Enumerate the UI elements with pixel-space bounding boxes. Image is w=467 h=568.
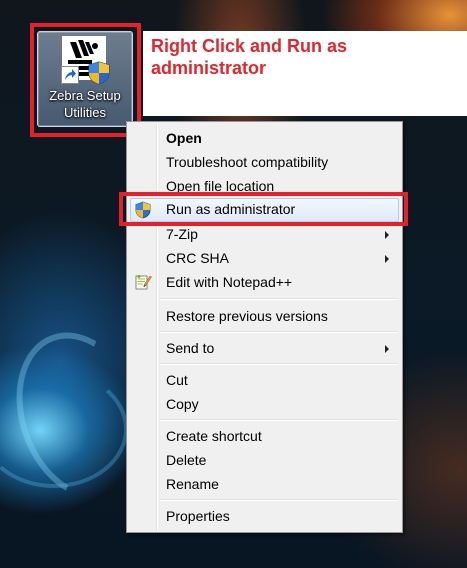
menu-item-label: Restore previous versions <box>166 308 328 324</box>
notepad-plus-plus-icon <box>135 274 152 290</box>
menu-item-label: Cut <box>166 372 188 388</box>
highlight-box-icon <box>30 23 141 137</box>
menu-item-7zip[interactable]: 7-Zip <box>130 223 399 245</box>
menu-separator <box>160 363 398 365</box>
menu-item-label: Edit with Notepad++ <box>166 274 293 290</box>
menu-separator <box>160 499 398 501</box>
menu-item-cut[interactable]: Cut <box>130 369 399 391</box>
submenu-arrow-icon <box>385 231 389 239</box>
highlight-box-run-as-admin <box>119 192 408 226</box>
menu-item-label: Delete <box>166 452 207 468</box>
menu-separator <box>160 419 398 421</box>
menu-item-label: Copy <box>166 396 199 412</box>
menu-separator <box>160 331 398 333</box>
menu-item-properties[interactable]: Properties <box>130 505 399 527</box>
menu-item-send-to[interactable]: Send to <box>130 337 399 359</box>
context-menu: Open Troubleshoot compatibility Open fil… <box>126 121 403 533</box>
menu-item-label: Open <box>166 130 202 146</box>
menu-item-label: Create shortcut <box>166 428 262 444</box>
menu-item-create-shortcut[interactable]: Create shortcut <box>130 425 399 447</box>
menu-item-troubleshoot-compatibility[interactable]: Troubleshoot compatibility <box>130 151 399 173</box>
menu-item-label: CRC SHA <box>166 250 230 266</box>
instruction-panel: Right Click and Run as administrator <box>143 31 467 116</box>
menu-item-restore-previous-versions[interactable]: Restore previous versions <box>130 305 399 327</box>
instruction-text: Right Click and Run as administrator <box>151 36 348 78</box>
menu-item-delete[interactable]: Delete <box>130 449 399 471</box>
menu-item-crc-sha[interactable]: CRC SHA <box>130 247 399 269</box>
menu-item-rename[interactable]: Rename <box>130 473 399 495</box>
menu-item-label: Troubleshoot compatibility <box>166 154 329 170</box>
menu-separator <box>160 298 398 300</box>
submenu-arrow-icon <box>385 345 389 353</box>
menu-item-open[interactable]: Open <box>130 127 399 149</box>
menu-item-label: Send to <box>166 340 215 356</box>
menu-item-edit-with-notepad-plus-plus[interactable]: Edit with Notepad++ <box>130 271 399 293</box>
menu-item-copy[interactable]: Copy <box>130 393 399 415</box>
menu-item-label: Properties <box>166 508 230 524</box>
menu-item-label: 7-Zip <box>166 226 198 242</box>
menu-item-label: Rename <box>166 476 219 492</box>
submenu-arrow-icon <box>385 255 389 263</box>
